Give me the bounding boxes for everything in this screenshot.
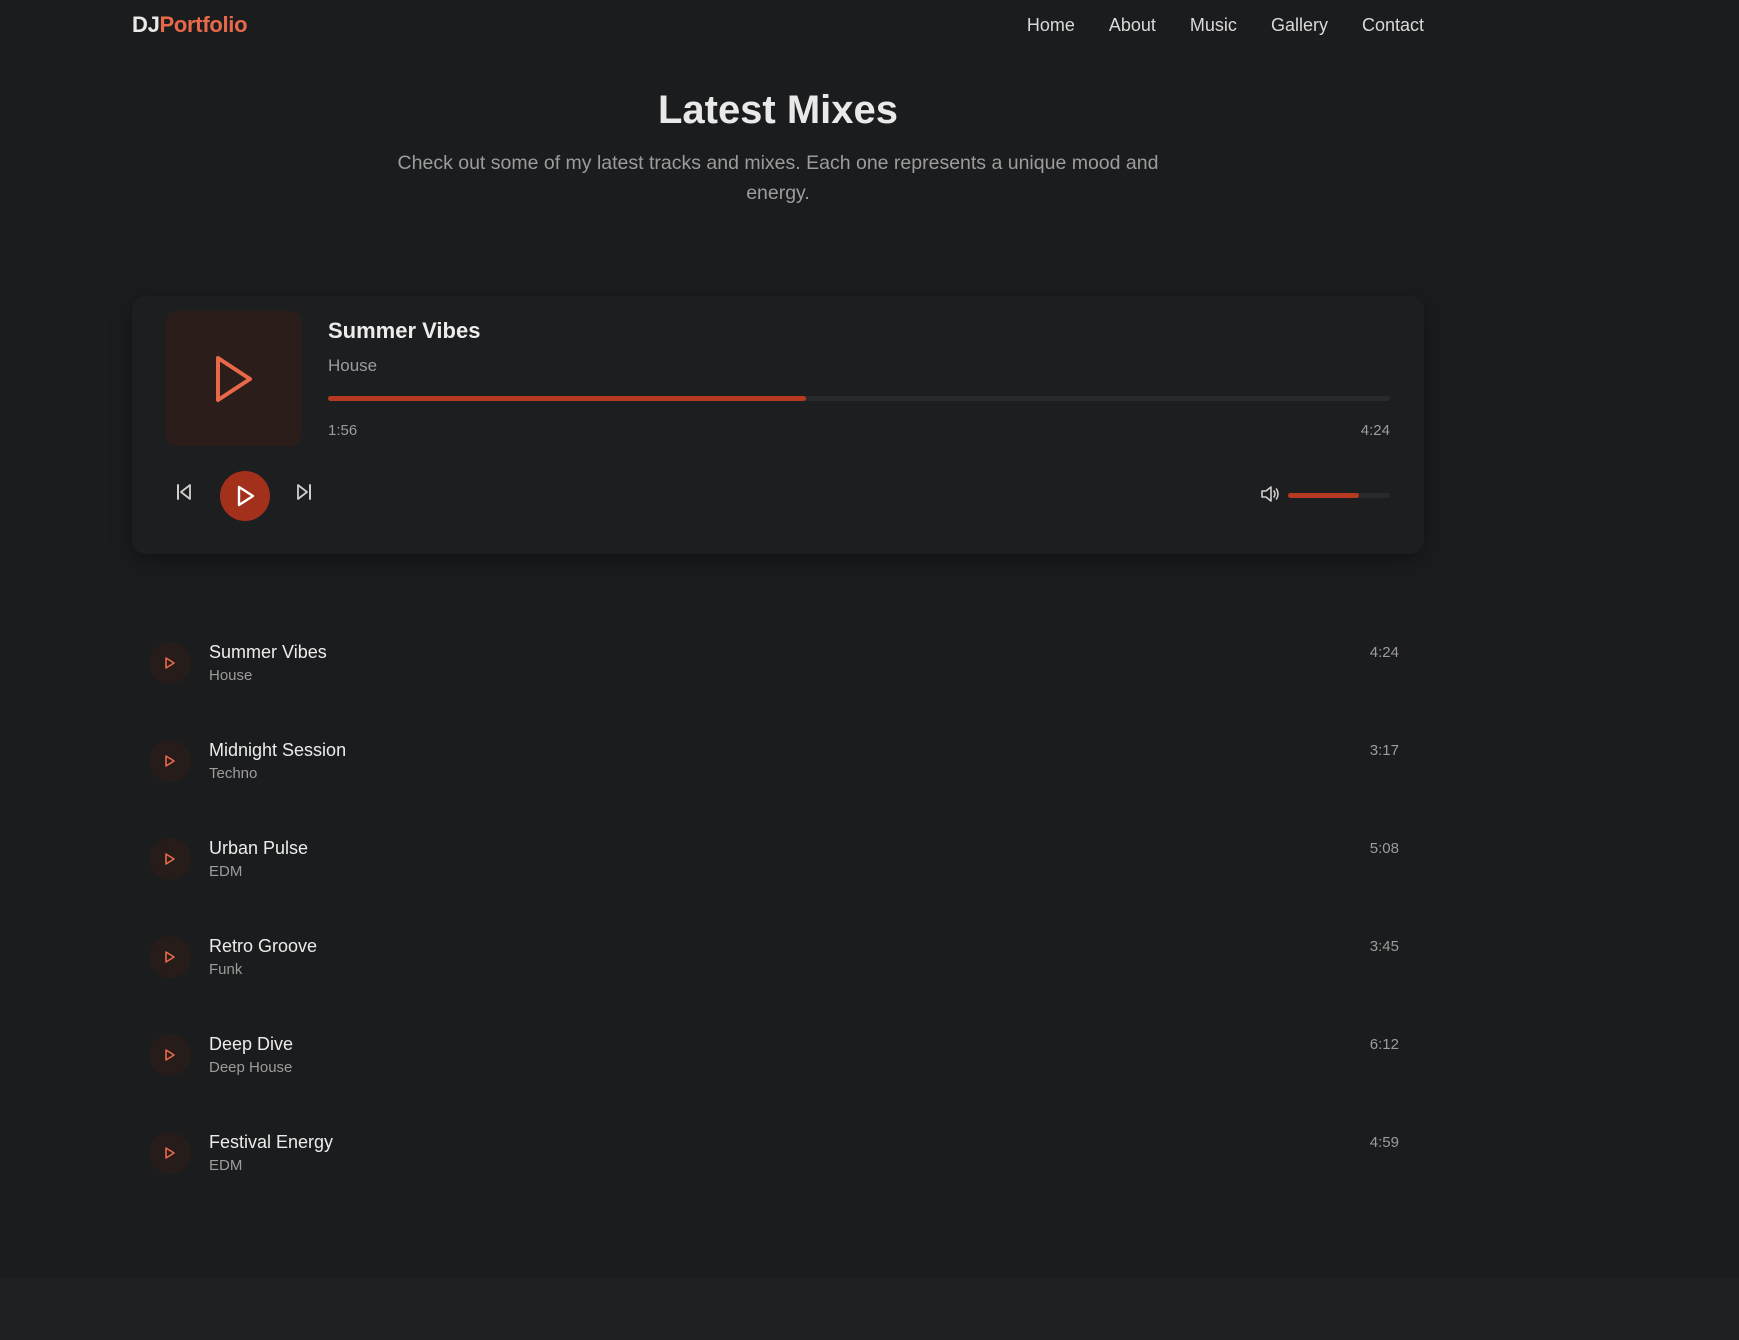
track-genre: EDM xyxy=(209,1157,243,1174)
track-genre: House xyxy=(209,667,253,684)
play-icon xyxy=(165,951,175,963)
play-icon xyxy=(165,657,175,669)
previous-button[interactable] xyxy=(172,480,196,504)
track-duration: 3:45 xyxy=(1369,938,1399,955)
track-title: Summer Vibes xyxy=(209,642,327,662)
skip-back-icon xyxy=(177,484,191,500)
track-play-button[interactable] xyxy=(149,838,191,880)
total-time: 4:24 xyxy=(1360,422,1390,439)
next-button[interactable] xyxy=(292,480,316,504)
track-row[interactable]: Summer Vibes House 4:24 xyxy=(132,622,1424,720)
progress-bar[interactable] xyxy=(328,396,1390,401)
track-row[interactable]: Urban Pulse EDM 5:08 xyxy=(132,818,1424,916)
track-play-button[interactable] xyxy=(149,1034,191,1076)
track-list: Summer Vibes House 4:24 Midnight Session Tec… xyxy=(132,622,1424,1210)
track-genre: Funk xyxy=(209,961,243,978)
nav-link-gallery[interactable]: Gallery xyxy=(1271,15,1328,36)
section-title: Latest Mixes xyxy=(657,88,899,132)
track-title: Deep Dive xyxy=(209,1034,294,1054)
track-title: Festival Energy xyxy=(209,1132,334,1152)
logo-prefix: DJ xyxy=(132,12,160,37)
track-duration: 3:17 xyxy=(1369,742,1399,759)
skip-forward-icon xyxy=(297,484,311,500)
volume-fill xyxy=(1288,493,1360,498)
track-play-button[interactable] xyxy=(149,642,191,684)
track-play-button[interactable] xyxy=(149,1132,191,1174)
play-icon xyxy=(165,1049,175,1061)
nav-link-about[interactable]: About xyxy=(1109,15,1156,36)
play-icon xyxy=(215,355,252,402)
track-duration: 5:08 xyxy=(1369,840,1399,857)
play-button[interactable] xyxy=(220,471,270,521)
track-play-button[interactable] xyxy=(149,936,191,978)
nav-link-home[interactable]: Home xyxy=(1027,15,1075,36)
top-navigation: DJPortfolio Home About Music Gallery Con… xyxy=(0,0,1739,50)
music-player: Summer Vibes House 1:56 4:24 xyxy=(132,296,1424,554)
section-subtitle: Check out some of my latest tracks and m… xyxy=(397,152,1159,204)
track-row[interactable]: Festival Energy EDM 4:59 xyxy=(132,1112,1424,1210)
logo-name: Portfolio xyxy=(159,12,248,37)
nav-link-contact[interactable]: Contact xyxy=(1362,15,1424,36)
volume-slider[interactable] xyxy=(1288,493,1390,498)
track-title: Urban Pulse xyxy=(209,838,309,858)
footer xyxy=(0,1278,1739,1340)
current-time: 1:56 xyxy=(328,422,358,439)
track-title: Retro Groove xyxy=(209,936,318,956)
track-title: Midnight Session xyxy=(209,740,347,760)
now-playing-title: Summer Vibes xyxy=(328,318,481,343)
play-icon xyxy=(237,485,255,507)
track-genre: Techno xyxy=(209,765,258,782)
track-duration: 4:24 xyxy=(1369,644,1399,661)
now-playing-genre: House xyxy=(328,356,378,375)
site-logo[interactable]: DJPortfolio xyxy=(132,12,248,38)
nav-link-music[interactable]: Music xyxy=(1190,15,1237,36)
nav-links: Home About Music Gallery Contact xyxy=(1027,15,1424,36)
track-artwork[interactable] xyxy=(166,311,301,446)
track-row[interactable]: Midnight Session Techno 3:17 xyxy=(132,720,1424,818)
track-duration: 6:12 xyxy=(1369,1036,1399,1053)
play-icon xyxy=(165,1147,175,1159)
play-icon xyxy=(165,853,175,865)
track-duration: 4:59 xyxy=(1369,1134,1399,1151)
track-row[interactable]: Deep Dive Deep House 6:12 xyxy=(132,1014,1424,1112)
track-genre: Deep House xyxy=(209,1059,293,1076)
volume-icon[interactable] xyxy=(1260,485,1280,503)
track-play-button[interactable] xyxy=(149,740,191,782)
track-genre: EDM xyxy=(209,863,243,880)
play-icon xyxy=(165,755,175,767)
progress-fill xyxy=(328,396,806,401)
track-row[interactable]: Retro Groove Funk 3:45 xyxy=(132,916,1424,1014)
